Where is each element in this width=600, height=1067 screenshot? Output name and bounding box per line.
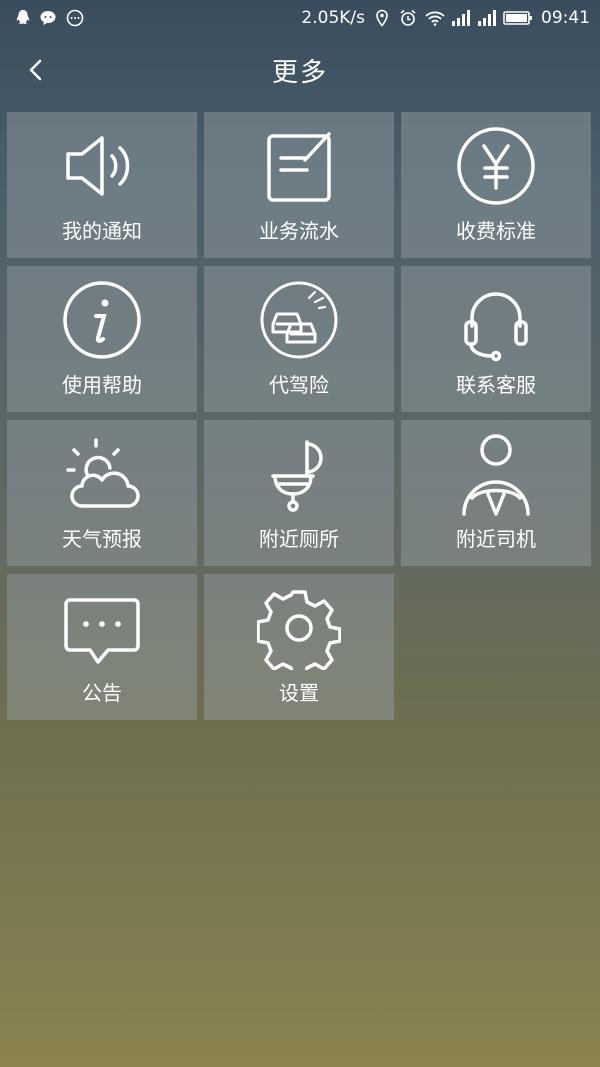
car-insurance-icon [257,278,341,362]
status-left [14,9,84,27]
wifi-icon [425,9,445,27]
info-icon [60,278,144,362]
tile-label: 天气预报 [62,527,142,551]
tile-settings[interactable]: 设置 [204,574,394,720]
tile-label: 我的通知 [62,219,142,243]
status-time: 09:41 [541,8,590,28]
menu-grid: 我的通知 业务流水 收费标准 使用帮助 代驾险 联系客服 天气预报 附近厕所 附… [7,112,591,720]
toilet-icon [257,432,341,516]
location-icon [373,9,391,27]
edit-note-icon [257,124,341,208]
tile-label: 业务流水 [259,219,339,243]
announcement-icon [60,586,144,670]
battery-icon [503,9,533,27]
network-speed: 2.05K/s [301,8,365,28]
tile-announcement[interactable]: 公告 [7,574,197,720]
tile-driving-insurance[interactable]: 代驾险 [204,266,394,412]
tile-usage-help[interactable]: 使用帮助 [7,266,197,412]
back-button[interactable] [16,50,56,90]
headset-icon [454,278,538,362]
header: 更多 [0,36,600,104]
message-icon [66,9,84,27]
qq-icon [14,9,32,27]
tile-label: 附近厕所 [259,527,339,551]
tile-label: 代驾险 [269,373,329,397]
tile-contact-support[interactable]: 联系客服 [401,266,591,412]
tile-nearby-toilet[interactable]: 附近厕所 [204,420,394,566]
tile-label: 收费标准 [456,219,536,243]
tile-business-records[interactable]: 业务流水 [204,112,394,258]
alarm-icon [399,9,417,27]
signal-icon [477,9,496,27]
yen-icon [454,124,538,208]
back-arrow-icon [26,58,46,82]
tile-label: 公告 [82,681,122,705]
driver-icon [454,432,538,516]
wechat-icon [40,9,58,27]
tile-nearby-drivers[interactable]: 附近司机 [401,420,591,566]
tile-weather[interactable]: 天气预报 [7,420,197,566]
weather-icon [60,432,144,516]
tile-label: 设置 [279,681,319,705]
tile-label: 附近司机 [456,527,536,551]
tile-fee-standard[interactable]: 收费标准 [401,112,591,258]
page-title: 更多 [271,57,328,88]
speaker-icon [60,124,144,208]
tile-label: 联系客服 [456,373,536,397]
status-right: 2.05K/s 09:41 [301,8,590,28]
tile-my-notifications[interactable]: 我的通知 [7,112,197,258]
gear-icon [257,586,341,670]
tile-label: 使用帮助 [62,373,142,397]
signal-icon [451,9,470,27]
status-bar: 2.05K/s 09:41 [0,0,600,36]
